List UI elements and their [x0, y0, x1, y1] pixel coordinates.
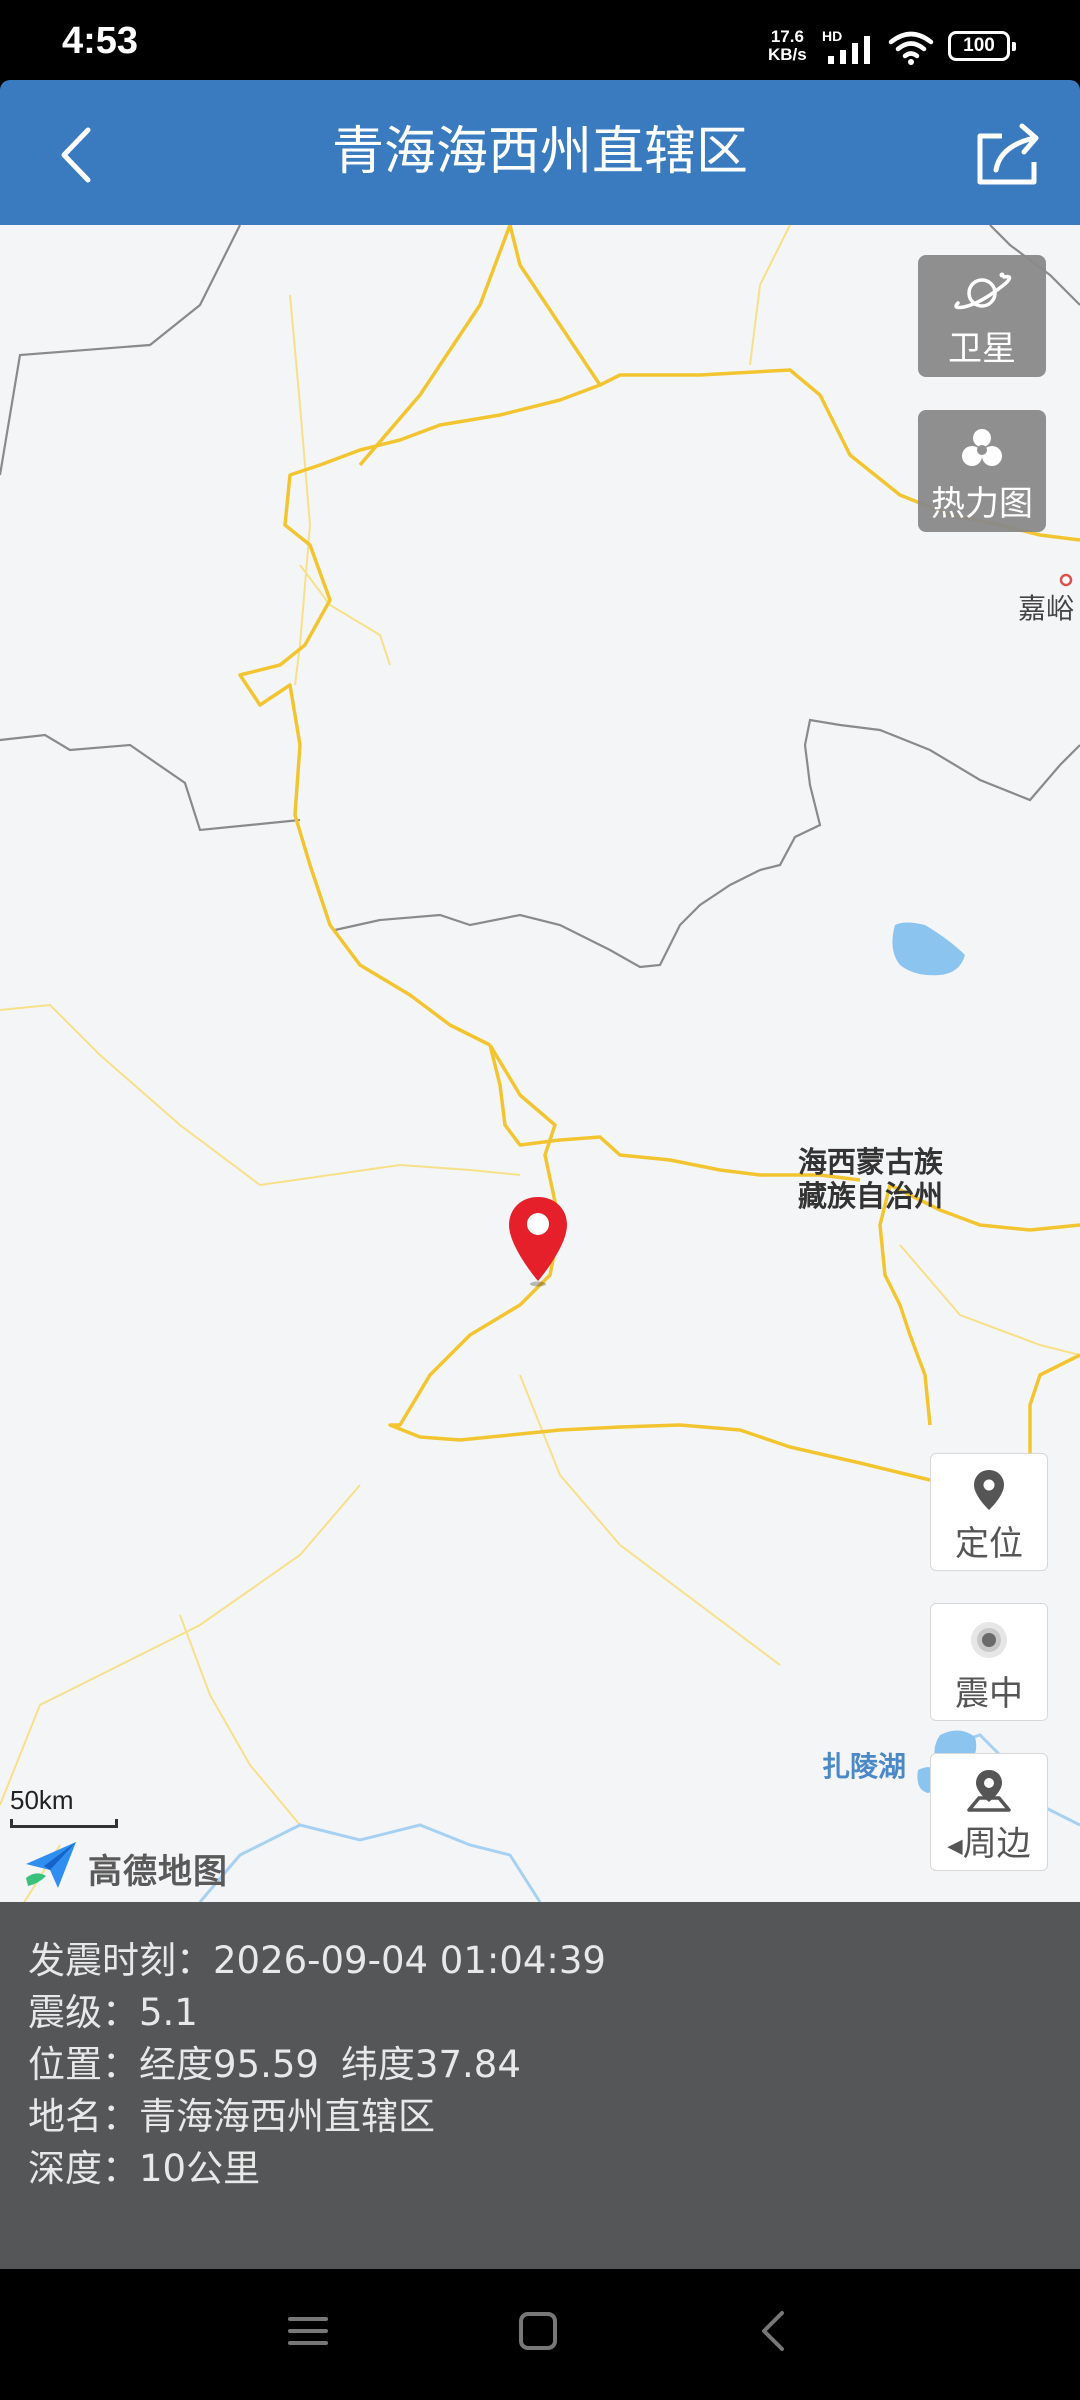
app-header: 青海海西州直辖区: [0, 80, 1080, 225]
nearby-label-text: 周边: [962, 1824, 1031, 1864]
info-time-value: 2026-09-04 01:04:39: [213, 1939, 606, 1982]
region-label: 海西蒙古族 藏族自治州: [798, 1145, 943, 1213]
info-longitude: 经度95.59: [139, 2043, 319, 2086]
earthquake-info-panel: 发震时刻：2026-09-04 01:04:39 震级：5.1 位置：经度95.…: [0, 1902, 1080, 2269]
info-depth-value: 10公里: [139, 2147, 261, 2190]
city-dot: [1059, 573, 1073, 587]
map-provider-name: 高德地图: [88, 1852, 228, 1892]
amap-logo-icon: [26, 1842, 76, 1888]
nearby-button[interactable]: ◀周边: [930, 1753, 1048, 1871]
info-time-label: 发震时刻：: [28, 1939, 213, 1982]
status-time: 4:53: [62, 20, 139, 62]
epicenter-icon: [971, 1622, 1007, 1658]
info-magnitude-row: 震级：5.1: [28, 1982, 198, 2036]
lake-label: 扎陵湖: [822, 1750, 907, 1783]
heatmap-toggle-label: 热力图: [931, 484, 1033, 524]
info-place-row: 地名：青海海西州直辖区: [28, 2086, 435, 2140]
recent-apps-icon[interactable]: [286, 2309, 330, 2353]
satellite-toggle-button[interactable]: 卫星: [918, 255, 1046, 377]
map-view[interactable]: 海西蒙古族 藏族自治州 扎陵湖 嘉峪 卫星 热力图 定位 震中 ◀周边 50km…: [0, 225, 1080, 1902]
network-speed-value: 17.6: [770, 27, 804, 46]
lake-shape: [892, 922, 965, 976]
locate-button[interactable]: 定位: [930, 1453, 1048, 1571]
info-magnitude-label: 震级：: [28, 1991, 139, 2034]
satellite-icon: [954, 272, 1012, 310]
info-magnitude-value: 5.1: [139, 1991, 198, 2034]
region-label-line2: 藏族自治州: [798, 1179, 944, 1213]
location-pin-icon: [974, 1470, 1004, 1510]
epicenter-marker-icon[interactable]: [507, 1195, 569, 1287]
back-arrow-icon[interactable]: [50, 120, 110, 190]
info-latitude: 纬度37.84: [340, 2043, 521, 2086]
back-nav-icon[interactable]: [752, 2309, 796, 2353]
map-scale-label: 50km: [10, 1785, 74, 1815]
nearby-icon: [967, 1770, 1011, 1812]
info-place-label: 地名：: [28, 2095, 139, 2138]
wifi-icon: [888, 31, 934, 65]
info-time-row: 发震时刻：2026-09-04 01:04:39: [28, 1930, 606, 1984]
epicenter-button[interactable]: 震中: [930, 1603, 1048, 1721]
region-label-line1: 海西蒙古族: [798, 1145, 944, 1179]
info-depth-row: 深度：10公里: [28, 2138, 260, 2192]
status-bar: 4:53 17.6 KB/s HD 100: [0, 0, 1080, 80]
network-speed-unit: KB/s: [768, 45, 807, 64]
page-title: 青海海西州直辖区: [331, 122, 748, 182]
locate-label: 定位: [955, 1524, 1023, 1564]
battery-indicator: 100: [948, 31, 1016, 61]
info-position-row: 位置：经度95.59 纬度37.84: [28, 2034, 521, 2088]
share-icon[interactable]: [972, 120, 1044, 190]
system-nav-bar: [0, 2269, 1080, 2400]
nearby-label: ◀周边: [931, 1816, 1047, 1865]
network-speed: 17.6 KB/s: [768, 28, 807, 64]
epicenter-label: 震中: [955, 1674, 1023, 1714]
info-depth-label: 深度：: [28, 2147, 139, 2190]
heatmap-toggle-button[interactable]: 热力图: [918, 410, 1046, 532]
heatmap-icon: [962, 429, 1002, 466]
home-icon[interactable]: [516, 2309, 560, 2353]
map-scale-bar: [10, 1819, 118, 1828]
expand-arrow-icon: ◀: [947, 1833, 963, 1858]
satellite-toggle-label: 卫星: [948, 329, 1016, 369]
city-label: 嘉峪: [1018, 592, 1075, 625]
signal-icon: [828, 36, 870, 64]
info-position-label: 位置：: [28, 2043, 139, 2086]
info-place-value: 青海海西州直辖区: [139, 2095, 435, 2138]
